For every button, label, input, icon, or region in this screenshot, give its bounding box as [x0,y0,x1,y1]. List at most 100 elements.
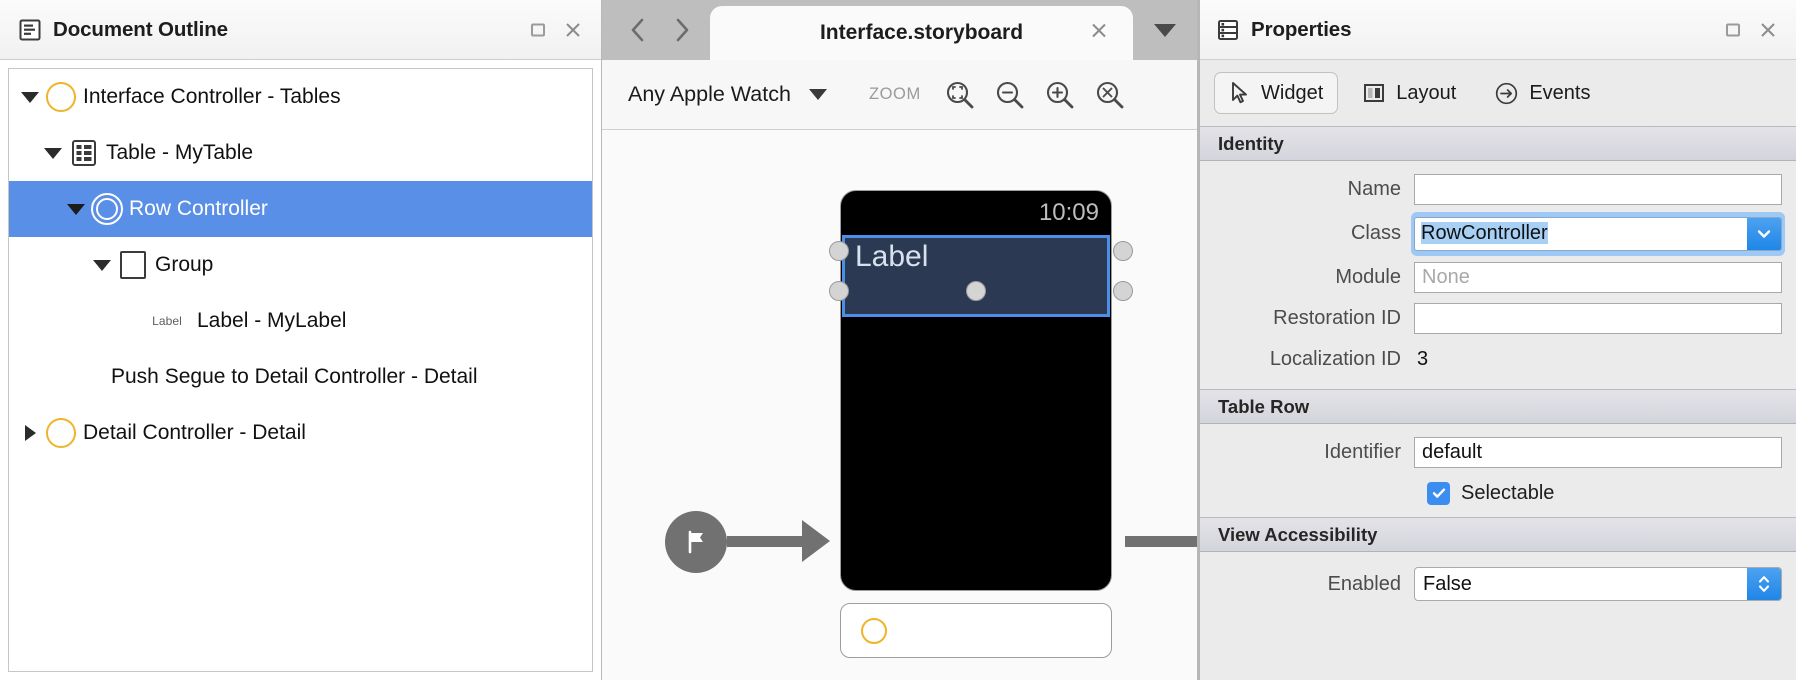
zoom-in-icon[interactable] [1035,70,1085,120]
yellow-ring-icon [41,418,81,448]
tree-item-label: Row Controller [129,197,268,220]
outline-tree[interactable]: Interface Controller - Tables Table - My… [8,68,593,672]
layout-icon [1362,81,1386,105]
storyboard-editor-panel: Interface.storyboard Any Apple Watch ZOO… [601,0,1198,680]
stepper-arrows-icon[interactable] [1747,568,1781,600]
localization-id-value: 3 [1417,348,1429,370]
document-outline-icon [18,18,42,42]
tree-item-interface-controller[interactable]: Interface Controller - Tables [9,69,592,125]
field-label: Restoration ID [1273,307,1401,329]
disclosure-triangle-icon[interactable] [19,422,41,444]
tree-item-table[interactable]: Table - MyTable [9,125,592,181]
tree-item-row-controller[interactable]: Row Controller [9,181,592,237]
tree-item-push-segue[interactable]: Push Segue to Detail Controller - Detail [9,349,592,405]
segue-connector-line[interactable] [1125,536,1197,547]
tree-item-group[interactable]: Group [9,237,592,293]
row-controller-card[interactable] [840,603,1112,658]
navigation-arrows [602,0,710,60]
disclosure-triangle-icon[interactable] [42,142,64,164]
zoom-fit-icon[interactable] [935,70,985,120]
tab-overflow-menu[interactable] [1133,0,1197,60]
watch-time-label: 10:09 [1038,199,1099,226]
page-title: Properties [1251,17,1352,41]
tab-label: Events [1529,81,1591,104]
label-text-icon: Label [139,314,195,328]
resize-handle-right-bottom[interactable] [1113,281,1133,301]
page-title: Document Outline [53,17,228,41]
field-restoration-id: Restoration ID [1198,298,1796,339]
resize-handle-left-bottom[interactable] [829,281,849,301]
section-table-row: Table Row [1198,389,1796,424]
enabled-stepper[interactable]: False [1414,567,1782,601]
chevron-down-icon [808,89,827,100]
row-label-text: Label [855,240,929,273]
device-name-label: Any Apple Watch [628,82,791,106]
field-label: Module [1335,266,1401,288]
field-label: Class [1350,222,1401,244]
forward-chevron-icon[interactable] [660,0,704,60]
field-class: Class RowController [1198,210,1796,257]
panel-divider[interactable] [1198,0,1200,680]
selected-row-controller[interactable]: Label [842,235,1110,317]
field-selectable[interactable]: Selectable [1198,473,1796,513]
section-title: Table Row [1218,395,1310,417]
tab-events[interactable]: Events [1480,73,1604,114]
resize-handle-right-top[interactable] [1113,241,1133,261]
device-selector[interactable]: Any Apple Watch [628,82,827,107]
properties-tabbar: Widget Layout Events [1198,60,1796,126]
tree-item-label: Detail Controller - Detail [83,421,306,444]
close-icon[interactable] [563,20,583,40]
back-chevron-icon[interactable] [616,0,660,60]
tab-label: Widget [1261,81,1324,104]
module-input[interactable]: None [1414,262,1782,293]
tree-item-label: Push Segue to Detail Controller - Detail [111,365,478,388]
maximize-icon[interactable] [1724,21,1742,39]
close-icon[interactable] [1089,21,1109,46]
storyboard-canvas[interactable]: 10:09 Label [602,130,1197,680]
selectable-checkbox[interactable] [1427,481,1450,505]
selectable-label: Selectable [1461,481,1555,504]
properties-panel: Properties Widget Layout Events Identity… [1198,0,1796,680]
tree-item-label: Group [155,253,214,276]
name-input[interactable] [1414,174,1782,205]
disclosure-triangle-icon[interactable] [65,198,87,220]
document-outline-panel: Document Outline Interface Controller - … [0,0,601,680]
properties-content: Identity Name Class RowController Module… [1198,126,1796,680]
disclosure-triangle-icon[interactable] [91,254,113,276]
class-combobox[interactable]: RowController [1411,211,1785,256]
class-value[interactable]: RowController [1415,222,1747,245]
field-label: Name [1347,178,1401,200]
zoom-actual-size-icon[interactable] [1085,70,1135,120]
disclosure-triangle-icon[interactable] [19,86,41,108]
field-module: Module None [1198,257,1796,298]
tree-item-label-mylabel[interactable]: Label Label - MyLabel [9,293,592,349]
identifier-input[interactable]: default [1414,437,1782,468]
section-title: View Accessibility [1218,523,1378,545]
properties-header: Properties [1198,0,1796,60]
watch-status-bar: 10:09 [841,191,1111,235]
tab-widget[interactable]: Widget [1214,72,1339,114]
tab-interface-storyboard[interactable]: Interface.storyboard [710,6,1133,60]
double-ring-icon [87,193,127,225]
tree-item-label: Label - MyLabel [197,309,347,332]
resize-handle-left-top[interactable] [829,241,849,261]
canvas-toolbar: Any Apple Watch ZOOM [602,60,1197,130]
resize-handle-bottom-center[interactable] [966,281,986,301]
field-label: Localization ID [1269,348,1401,370]
entry-point-flag[interactable] [665,511,727,573]
table-icon [64,138,104,168]
tree-item-detail-controller[interactable]: Detail Controller - Detail [9,405,592,461]
chevron-down-icon[interactable] [1747,217,1781,250]
yellow-ring-icon [861,617,887,644]
watch-preview-frame[interactable]: 10:09 Label [840,190,1112,591]
cursor-icon [1229,81,1251,105]
section-view-accessibility: View Accessibility [1198,517,1796,552]
close-icon[interactable] [1758,20,1778,40]
tab-label: Interface.storyboard [819,21,1024,44]
tab-label: Layout [1396,81,1457,104]
tab-layout[interactable]: Layout [1348,73,1470,113]
restoration-id-input[interactable] [1414,303,1782,334]
arrow-circle-icon [1494,81,1519,106]
zoom-out-icon[interactable] [985,70,1035,120]
maximize-icon[interactable] [529,21,547,39]
